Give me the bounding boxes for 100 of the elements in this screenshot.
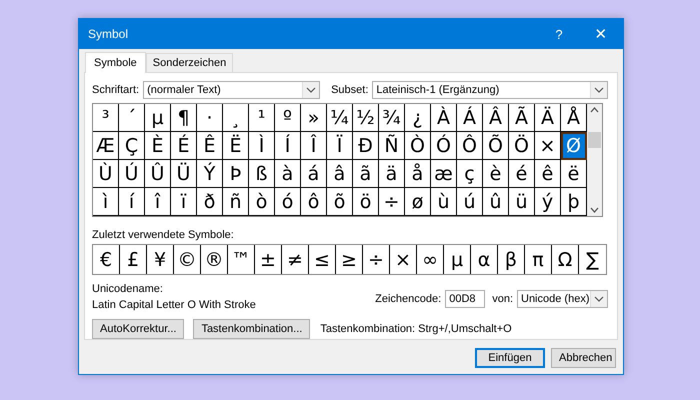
symbol-cell[interactable]: â [327, 160, 353, 188]
symbol-cell[interactable]: º [275, 104, 301, 132]
font-label: Schriftart: [92, 84, 140, 96]
symbol-cell[interactable]: Î [301, 132, 327, 160]
help-button[interactable]: ? [539, 26, 579, 42]
symbol-cell[interactable]: ¾ [379, 104, 405, 132]
symbol-cell[interactable]: ¹ [249, 104, 275, 132]
symbol-cell[interactable]: õ [327, 188, 353, 216]
symbol-cell[interactable]: ì [93, 188, 119, 216]
symbol-cell[interactable]: ´ [119, 104, 145, 132]
symbol-cell[interactable]: Ì [249, 132, 275, 160]
symbol-cell[interactable]: æ [431, 160, 457, 188]
symbol-cell[interactable]: à [275, 160, 301, 188]
symbol-cell[interactable]: ñ [223, 188, 249, 216]
dialog-button[interactable]: Abbrechen [551, 348, 616, 368]
symbol-cell[interactable]: Ü [171, 160, 197, 188]
symbol-cell[interactable]: ÷ [379, 188, 405, 216]
symbol-cell[interactable]: ³ [93, 104, 119, 132]
symbol-cell[interactable]: Ê [197, 132, 223, 160]
symbol-cell[interactable]: · [197, 104, 223, 132]
font-dropdown[interactable]: (normaler Text) [143, 81, 320, 99]
dialog-button[interactable]: Tastenkombination... [193, 319, 310, 339]
symbol-cell[interactable]: Þ [223, 160, 249, 188]
symbol-cell[interactable]: Ï [327, 132, 353, 160]
symbol-cell[interactable]: ¼ [327, 104, 353, 132]
unicode-name: Latin Capital Letter O With Stroke [92, 299, 257, 311]
symbol-cell[interactable]: » [301, 104, 327, 132]
symbol-cell[interactable]: î [145, 188, 171, 216]
tab[interactable]: Symbole [85, 52, 146, 73]
symbol-cell[interactable]: ü [509, 188, 535, 216]
symbol-cell[interactable]: ã [353, 160, 379, 188]
symbol-cell[interactable]: À [431, 104, 457, 132]
symbol-cell[interactable]: í [119, 188, 145, 216]
symbol-cell[interactable]: Ç [119, 132, 145, 160]
symbol-cell[interactable]: ¸ [223, 104, 249, 132]
symbol-cell[interactable]: Í [275, 132, 301, 160]
symbol-cell[interactable]: Û [145, 160, 171, 188]
dialog-button[interactable]: AutoKorrektur... [92, 319, 184, 339]
symbol-cell[interactable]: Ã [509, 104, 535, 132]
symbol-cell[interactable]: Ñ [379, 132, 405, 160]
symbol-cell[interactable]: ß [249, 160, 275, 188]
symbol-cell[interactable]: ô [301, 188, 327, 216]
char-code-field[interactable]: 00D8 [445, 290, 486, 308]
chevron-icon [302, 82, 320, 98]
symbol-cell[interactable]: é [509, 160, 535, 188]
symbol-cell[interactable]: ó [275, 188, 301, 216]
symbol-cell[interactable]: ê [535, 160, 561, 188]
symbol-cell[interactable]: É [171, 132, 197, 160]
symbol-cell[interactable]: Ó [431, 132, 457, 160]
chevron-icon [590, 82, 607, 98]
symbol-cell[interactable]: Ë [223, 132, 249, 160]
symbol-cell[interactable]: Æ [93, 132, 119, 160]
subset-dropdown[interactable]: Lateinisch-1 (Ergänzung) [372, 81, 608, 99]
symbol-cell[interactable]: È [145, 132, 171, 160]
symbol-cell[interactable]: ä [379, 160, 405, 188]
symbol-cell[interactable]: ý [535, 188, 561, 216]
char-code-label: Zeichencode: [375, 293, 442, 305]
symbol-cell[interactable]: Ô [457, 132, 483, 160]
symbol-cell[interactable]: ¶ [171, 104, 197, 132]
symbol-cell[interactable]: ½ [353, 104, 379, 132]
symbol-cell[interactable]: Ú [119, 160, 145, 188]
symbol-cell[interactable]: ¿ [405, 104, 431, 132]
symbol-cell[interactable]: ò [249, 188, 275, 216]
symbol-cell[interactable]: ú [457, 188, 483, 216]
unicode-name-label: Unicodename: [92, 283, 164, 295]
symbol-cell[interactable]: Á [457, 104, 483, 132]
recent-symbol[interactable]: ∑ [579, 245, 606, 274]
symbol-cell[interactable]: Ò [405, 132, 431, 160]
symbol-cell[interactable]: ö [353, 188, 379, 216]
close-button[interactable]: ✕ [579, 25, 623, 43]
symbol-cell[interactable]: Ù [93, 160, 119, 188]
symbol-cell[interactable]: Õ [483, 132, 509, 160]
subset-label: Subset: [331, 84, 368, 96]
symbol-cell[interactable]: Ä [535, 104, 561, 132]
scroll-thumb[interactable] [588, 132, 601, 148]
symbol-cell[interactable]: á [301, 160, 327, 188]
symbol-cell[interactable]: ð [197, 188, 223, 216]
symbol-cell[interactable]: û [483, 188, 509, 216]
from-dropdown[interactable]: Unicode (hex) [517, 290, 608, 308]
recent-label: Zuletzt verwendete Symbole: [92, 229, 235, 241]
scroll-up-icon[interactable] [590, 107, 599, 113]
symbol-cell[interactable]: µ [145, 104, 171, 132]
symbol-cell[interactable]: ï [171, 188, 197, 216]
symbol-cell[interactable]: Ð [353, 132, 379, 160]
symbol-cell[interactable]: Ø [561, 132, 587, 160]
from-label: von: [492, 293, 513, 305]
symbol-cell[interactable]: Ý [197, 160, 223, 188]
window-title: Symbol [88, 27, 130, 41]
symbol-cell[interactable]: ç [457, 160, 483, 188]
symbol-cell[interactable]: è [483, 160, 509, 188]
symbol-cell[interactable]: Ö [509, 132, 535, 160]
shortcut-text: Tastenkombination: Strg+/,Umschalt+O [320, 323, 512, 335]
symbol-cell[interactable]: ø [405, 188, 431, 216]
scrollbar[interactable] [587, 104, 602, 216]
tab[interactable]: Sonderzeichen [146, 53, 234, 72]
symbol-cell[interactable]: å [405, 160, 431, 188]
symbol-cell[interactable]: ù [431, 188, 457, 216]
scroll-down-icon[interactable] [590, 207, 599, 213]
symbol-cell[interactable]: Â [483, 104, 509, 132]
dialog-button[interactable]: Einfügen [475, 348, 545, 368]
